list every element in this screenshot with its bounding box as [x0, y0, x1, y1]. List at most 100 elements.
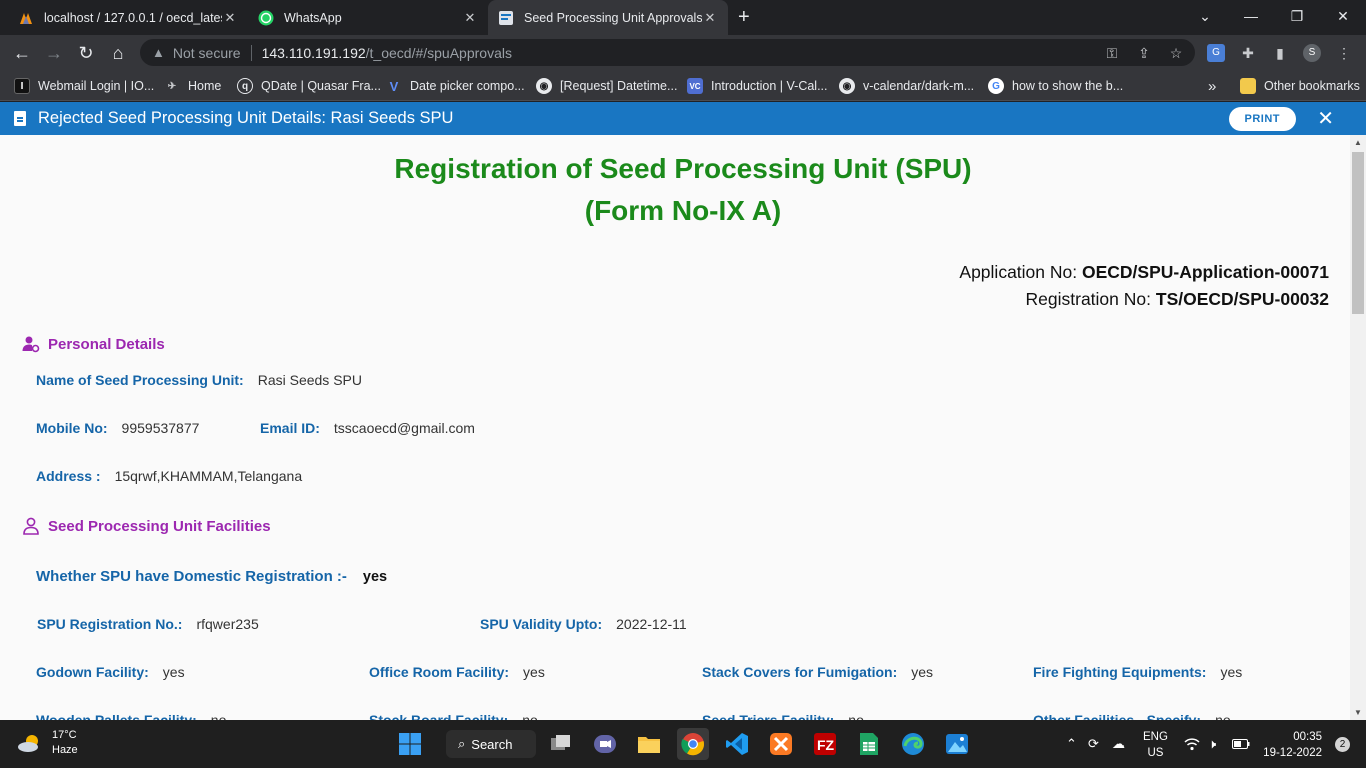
seed-triers-field: Seed Triers Facility: no — [702, 712, 864, 720]
extensions-icon[interactable]: ✚ — [1239, 44, 1257, 62]
scrollbar-thumb[interactable] — [1352, 152, 1364, 314]
domestic-registration-field: Whether SPU have Domestic Registration :… — [36, 568, 387, 585]
field-value: yes — [1220, 664, 1243, 680]
field-label: Wooden Pallets Facility: — [36, 712, 197, 720]
field-value: no — [1215, 712, 1231, 720]
clock-date: 19-12-2022 — [1263, 747, 1322, 759]
vuetify-icon: V — [389, 78, 399, 94]
spreadsheet-icon[interactable] — [853, 728, 885, 760]
teams-chat-icon[interactable] — [589, 728, 621, 760]
chrome-icon[interactable] — [677, 728, 709, 760]
divider — [250, 44, 252, 61]
field-value: 15qrwf,KHAMMAM,Telangana — [114, 468, 303, 484]
tab-strip: localhost / 127.0.0.1 / oecd_latest ✕ Wh… — [0, 0, 1366, 35]
close-icon[interactable]: ✕ — [1317, 106, 1334, 131]
field-label: Name of Seed Processing Unit: — [36, 372, 244, 388]
bookmark-item[interactable]: G how to show the b... — [988, 76, 1123, 96]
window-close-icon[interactable]: ✕ — [1320, 0, 1366, 32]
bookmarks-overflow[interactable]: » — [1208, 76, 1216, 96]
tab-title: Seed Processing Unit Approvals — [524, 10, 702, 25]
field-label: Seed Triers Facility: — [702, 712, 835, 720]
restore-icon[interactable]: ❐ — [1274, 0, 1320, 32]
field-value: no — [210, 712, 227, 720]
other-bookmarks[interactable]: Other bookmarks — [1240, 76, 1360, 96]
url-host: 143.110.191.192 — [261, 44, 366, 61]
security-status[interactable]: Not secure — [173, 45, 241, 61]
back-icon[interactable]: ← — [11, 42, 33, 64]
bookmark-item[interactable]: ◉ v-calendar/dark-m... — [839, 76, 974, 96]
scroll-up-icon[interactable]: ▲ — [1350, 138, 1366, 147]
bookmark-label: Introduction | V-Cal... — [711, 79, 828, 93]
menu-kebab-icon[interactable]: ⋮ — [1335, 44, 1353, 62]
close-tab-icon[interactable]: ✕ — [702, 10, 718, 26]
spu-registration-field: SPU Registration No.: rfqwer235 — [37, 616, 259, 632]
home-icon[interactable]: ⌂ — [107, 42, 129, 64]
notification-badge[interactable]: 2 — [1335, 737, 1350, 752]
tab-whatsapp[interactable]: WhatsApp ✕ — [248, 0, 488, 35]
volume-muted-icon[interactable]: 🕨 — [1208, 720, 1216, 768]
close-tab-icon[interactable]: ✕ — [462, 10, 478, 26]
application-number: Application No: OECD/SPU-Application-000… — [959, 262, 1329, 283]
field-label: Address : — [36, 468, 101, 484]
weather-temperature: 17°C — [52, 729, 77, 741]
new-tab-icon[interactable]: + — [738, 6, 750, 29]
document-icon — [14, 111, 26, 126]
bookmark-item[interactable]: VC Introduction | V-Cal... — [687, 76, 828, 96]
share-icon[interactable]: ⇪ — [1135, 44, 1153, 62]
content-scrollbar[interactable]: ▲ ▼ — [1350, 135, 1366, 720]
translate-extension-icon[interactable]: G — [1207, 44, 1225, 62]
field-label: Stack Covers for Fumigation: — [702, 664, 898, 680]
field-label: SPU Validity Upto: — [480, 616, 603, 632]
bookmark-item[interactable]: V Date picker compo... — [386, 76, 525, 96]
bookmark-item[interactable]: I Webmail Login | IO... — [14, 76, 154, 96]
warning-icon[interactable]: ▲ — [152, 45, 165, 60]
field-value: yes — [911, 664, 934, 680]
onedrive-cloud-icon[interactable]: ☁ — [1112, 720, 1125, 768]
vscode-icon[interactable] — [721, 728, 753, 760]
close-tab-icon[interactable]: ✕ — [222, 10, 238, 26]
bookmark-label: Date picker compo... — [410, 79, 525, 93]
bookmark-item[interactable]: ✈ Home — [164, 76, 222, 96]
key-icon[interactable]: ⚿ — [1103, 44, 1121, 62]
show-hidden-icons[interactable]: ⌃ — [1066, 720, 1077, 768]
dialog-content: Registration of Seed Processing Unit (SP… — [0, 135, 1350, 720]
tab-search-icon[interactable]: ⌄ — [1182, 0, 1228, 32]
bookmark-label: how to show the b... — [1012, 79, 1124, 93]
photos-icon[interactable] — [941, 728, 973, 760]
wooden-pallets-field: Wooden Pallets Facility: no — [36, 712, 226, 720]
filezilla-icon[interactable]: FZ — [809, 728, 841, 760]
wifi-icon[interactable] — [1184, 720, 1200, 768]
scroll-down-icon[interactable]: ▼ — [1350, 708, 1366, 717]
tab-title: localhost / 127.0.0.1 / oecd_latest — [44, 10, 222, 25]
region-code: US — [1147, 747, 1164, 759]
windows-start-icon[interactable] — [394, 728, 426, 760]
side-panel-icon[interactable]: ▮ — [1271, 44, 1289, 62]
minimize-icon[interactable]: — — [1228, 0, 1274, 32]
taskbar-search[interactable]: ⌕ Search — [446, 730, 536, 758]
bookmark-star-icon[interactable]: ☆ — [1167, 44, 1185, 62]
tab-spu-approvals[interactable]: Seed Processing Unit Approvals ✕ — [488, 0, 728, 35]
field-value: yes — [362, 569, 388, 585]
bookmark-item[interactable]: q QDate | Quasar Fra... — [237, 76, 381, 96]
forward-icon[interactable]: → — [43, 42, 65, 64]
tab-phpmyadmin[interactable]: localhost / 127.0.0.1 / oecd_latest ✕ — [8, 0, 248, 35]
task-view-icon[interactable] — [545, 728, 577, 760]
reload-icon[interactable]: ↻ — [75, 42, 97, 64]
svg-text:FZ: FZ — [817, 737, 835, 753]
search-label: Search — [471, 736, 513, 752]
profile-avatar[interactable]: S — [1303, 44, 1321, 62]
address-bar[interactable]: ▲ Not secure 143.110.191.192 /t_oecd/#/s… — [140, 39, 1195, 66]
print-button[interactable]: PRINT — [1228, 107, 1296, 131]
xampp-icon[interactable] — [765, 728, 797, 760]
tab-title: WhatsApp — [284, 10, 342, 25]
bookmark-item[interactable]: ◉ [Request] Datetime... — [536, 76, 677, 96]
github-icon: ◉ — [839, 78, 855, 94]
battery-icon[interactable] — [1232, 720, 1250, 768]
language-indicator[interactable]: ENG US — [1143, 729, 1168, 761]
weather-widget[interactable]: 17°C Haze — [16, 728, 78, 758]
user-outline-icon — [23, 517, 39, 535]
file-explorer-icon[interactable] — [633, 728, 665, 760]
edge-icon[interactable] — [897, 728, 929, 760]
sync-icon[interactable]: ⟳ — [1088, 720, 1099, 768]
system-clock[interactable]: 00:35 19-12-2022 — [1263, 729, 1322, 761]
